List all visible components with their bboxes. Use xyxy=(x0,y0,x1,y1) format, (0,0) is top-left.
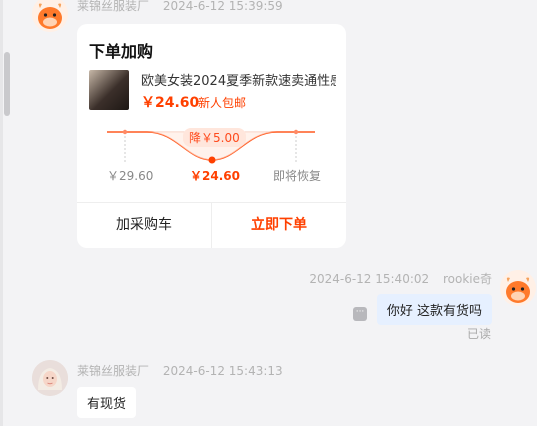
pane-edge xyxy=(0,0,3,426)
current-price-label: ￥24.60 xyxy=(190,169,240,183)
my-avatar[interactable] xyxy=(500,270,536,306)
message-meta: 莱锦丝服装厂 2024-6-12 15:43:13 xyxy=(77,362,283,379)
more-icon[interactable]: ··· xyxy=(353,307,367,321)
product-price: ￥24.60 xyxy=(141,95,200,111)
promo-tag: 新人包邮 xyxy=(198,96,247,110)
restore-price-label: 即将恢复 xyxy=(273,169,322,183)
sender-name: 莱锦丝服装厂 xyxy=(77,0,150,13)
merchant-avatar[interactable] xyxy=(32,0,68,32)
message-time: 2024-6-12 15:40:02 xyxy=(309,272,430,286)
scrollbar-thumb[interactable] xyxy=(4,52,10,116)
message-bubble[interactable]: 有现货 xyxy=(77,387,137,418)
sender-name: 莱锦丝服装厂 xyxy=(77,364,150,378)
message-time: 2024-6-12 15:39:59 xyxy=(162,0,283,13)
original-price-label: ￥29.60 xyxy=(107,169,154,183)
read-status: 已读 xyxy=(466,327,491,341)
product-name[interactable]: 欧美女装2024夏季新款速卖通性感 xyxy=(141,70,336,89)
bull-mascot-icon xyxy=(500,270,536,306)
add-to-cart-button[interactable]: 加采购车 xyxy=(77,203,211,248)
buy-now-button[interactable]: 立即下单 xyxy=(212,203,346,248)
message-meta: 2024-6-12 15:40:02 rookie奇 xyxy=(309,270,492,287)
sender-name: rookie奇 xyxy=(442,272,492,286)
merchant-avatar[interactable] xyxy=(32,360,68,396)
bull-mascot-icon xyxy=(32,0,68,32)
message-time: 2024-6-12 15:43:13 xyxy=(162,364,283,378)
discount-badge: 降￥5.00 xyxy=(183,128,246,147)
profile-photo-icon xyxy=(32,360,68,396)
product-thumbnail[interactable] xyxy=(89,70,129,110)
card-title: 下单加购 xyxy=(89,42,154,61)
message-meta: 莱锦丝服装厂 2024-6-12 15:39:59 xyxy=(77,0,283,14)
order-card[interactable]: 下单加购 欧美女装2024夏季新款速卖通性感 ￥24.60 新人包邮 降￥5.0… xyxy=(77,24,346,248)
message-bubble[interactable]: 你好 这款有货吗 xyxy=(376,294,492,325)
